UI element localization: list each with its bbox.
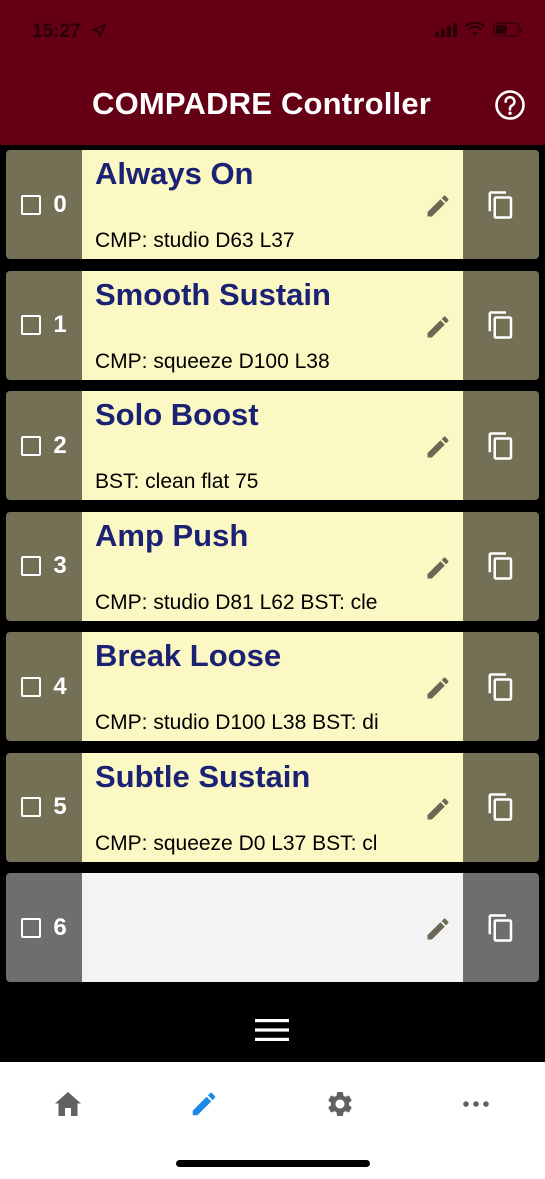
preset-body[interactable]: Smooth Sustain CMP: squeeze D100 L38	[82, 270, 463, 380]
copy-icon	[486, 672, 516, 702]
preset-list: 0 Always On CMP: studio D63 L37 1 Smooth Sus…	[0, 145, 545, 988]
preset-row: 5 Subtle Sustain CMP: squeeze D0 L37 BST: …	[6, 752, 539, 862]
preset-row: 3 Amp Push CMP: studio D81 L62 BST: cle	[6, 511, 539, 621]
page-title: COMPADRE Controller	[92, 86, 432, 121]
checkbox[interactable]	[21, 435, 42, 456]
pencil-icon[interactable]	[424, 313, 452, 341]
preset-select[interactable]: 1	[6, 270, 82, 380]
preset-body[interactable]: Break Loose CMP: studio D100 L38 BST: di	[82, 632, 463, 741]
preset-body[interactable]: Always On CMP: studio D63 L37	[82, 150, 463, 259]
tab-settings[interactable]	[320, 1084, 360, 1124]
preset-select[interactable]: 6	[6, 873, 82, 982]
copy-icon	[486, 913, 516, 943]
pencil-icon[interactable]	[424, 674, 452, 702]
home-indicator	[176, 1160, 370, 1167]
preset-select[interactable]: 3	[6, 511, 82, 621]
home-icon	[55, 1092, 81, 1116]
preset-select[interactable]: 5	[6, 752, 82, 862]
copy-preset-button[interactable]	[463, 632, 539, 741]
copy-icon	[486, 310, 516, 340]
preset-name: Smooth Sustain	[95, 276, 331, 312]
checkbox[interactable]	[21, 194, 42, 215]
preset-description: CMP: squeeze D0 L37 BST: cl	[95, 831, 378, 855]
pencil-icon[interactable]	[424, 915, 452, 943]
pencil-icon	[192, 1092, 216, 1116]
preset-body[interactable]	[82, 873, 463, 982]
checkbox[interactable]	[21, 917, 42, 938]
preset-name: Always On	[95, 156, 254, 191]
tab-edit[interactable]	[184, 1084, 224, 1124]
preset-row: 0 Always On CMP: studio D63 L37	[6, 150, 539, 259]
status-time: 15:27	[32, 21, 81, 42]
copy-preset-button[interactable]	[463, 752, 539, 862]
preset-row: 1 Smooth Sustain CMP: squeeze D100 L38	[6, 270, 539, 380]
app-header: 15:27 COMPADRE Controller	[0, 0, 545, 145]
gear-icon	[328, 1092, 352, 1116]
copy-preset-button[interactable]	[463, 511, 539, 621]
tab-home[interactable]	[48, 1084, 88, 1124]
preset-description: CMP: studio D63 L37	[95, 229, 295, 252]
preset-number: 4	[53, 672, 67, 700]
copy-icon	[486, 190, 516, 220]
preset-row: 2 Solo Boost BST: clean flat 75	[6, 391, 539, 500]
preset-number: 0	[53, 190, 67, 218]
location-arrow-icon	[92, 24, 106, 38]
copy-icon	[486, 431, 516, 461]
checkbox[interactable]	[21, 797, 42, 817]
preset-body[interactable]: Solo Boost BST: clean flat 75	[82, 391, 463, 500]
preset-description: CMP: squeeze D100 L38	[95, 349, 330, 373]
copy-preset-button[interactable]	[463, 150, 539, 259]
hamburger-menu-icon[interactable]	[253, 1016, 291, 1044]
preset-number: 1	[53, 311, 67, 338]
preset-body[interactable]: Subtle Sustain CMP: squeeze D0 L37 BST: c…	[82, 752, 463, 862]
preset-select[interactable]: 2	[6, 391, 82, 500]
checkbox[interactable]	[21, 676, 42, 697]
preset-name: Amp Push	[95, 517, 249, 553]
copy-icon	[486, 792, 516, 822]
preset-description: BST: clean flat 75	[95, 470, 259, 493]
preset-number: 2	[53, 431, 67, 459]
checkbox[interactable]	[21, 556, 42, 576]
preset-number: 6	[53, 913, 67, 941]
pencil-icon[interactable]	[424, 192, 452, 220]
preset-description: CMP: studio D100 L38 BST: di	[95, 711, 379, 734]
pencil-icon[interactable]	[424, 554, 452, 582]
status-bar: 15:27	[0, 0, 545, 64]
signal-icon	[435, 22, 457, 37]
copy-preset-button[interactable]	[463, 873, 539, 982]
wifi-icon	[465, 22, 485, 36]
more-dots-icon	[463, 1101, 489, 1107]
copy-preset-button[interactable]	[463, 270, 539, 380]
preset-select[interactable]: 4	[6, 632, 82, 741]
status-indicators	[435, 22, 523, 37]
copy-icon	[486, 551, 516, 581]
bottom-tab-bar	[0, 1062, 545, 1179]
tab-more[interactable]	[456, 1084, 496, 1124]
preset-row: 4 Break Loose CMP: studio D100 L38 BST: di	[6, 632, 539, 741]
preset-number: 5	[53, 793, 67, 820]
copy-preset-button[interactable]	[463, 391, 539, 500]
preset-name: Subtle Sustain	[95, 758, 311, 794]
battery-icon	[493, 22, 522, 37]
preset-description: CMP: studio D81 L62 BST: cle	[95, 590, 378, 614]
pencil-icon[interactable]	[424, 433, 452, 461]
preset-name: Break Loose	[95, 638, 282, 673]
checkbox[interactable]	[21, 315, 42, 335]
help-circle-icon[interactable]	[494, 89, 526, 121]
preset-number: 3	[53, 552, 67, 579]
preset-name: Solo Boost	[95, 397, 259, 432]
preset-row: 6	[6, 873, 539, 982]
pencil-icon[interactable]	[424, 795, 452, 823]
preset-body[interactable]: Amp Push CMP: studio D81 L62 BST: cle	[82, 511, 463, 621]
preset-select[interactable]: 0	[6, 150, 82, 259]
